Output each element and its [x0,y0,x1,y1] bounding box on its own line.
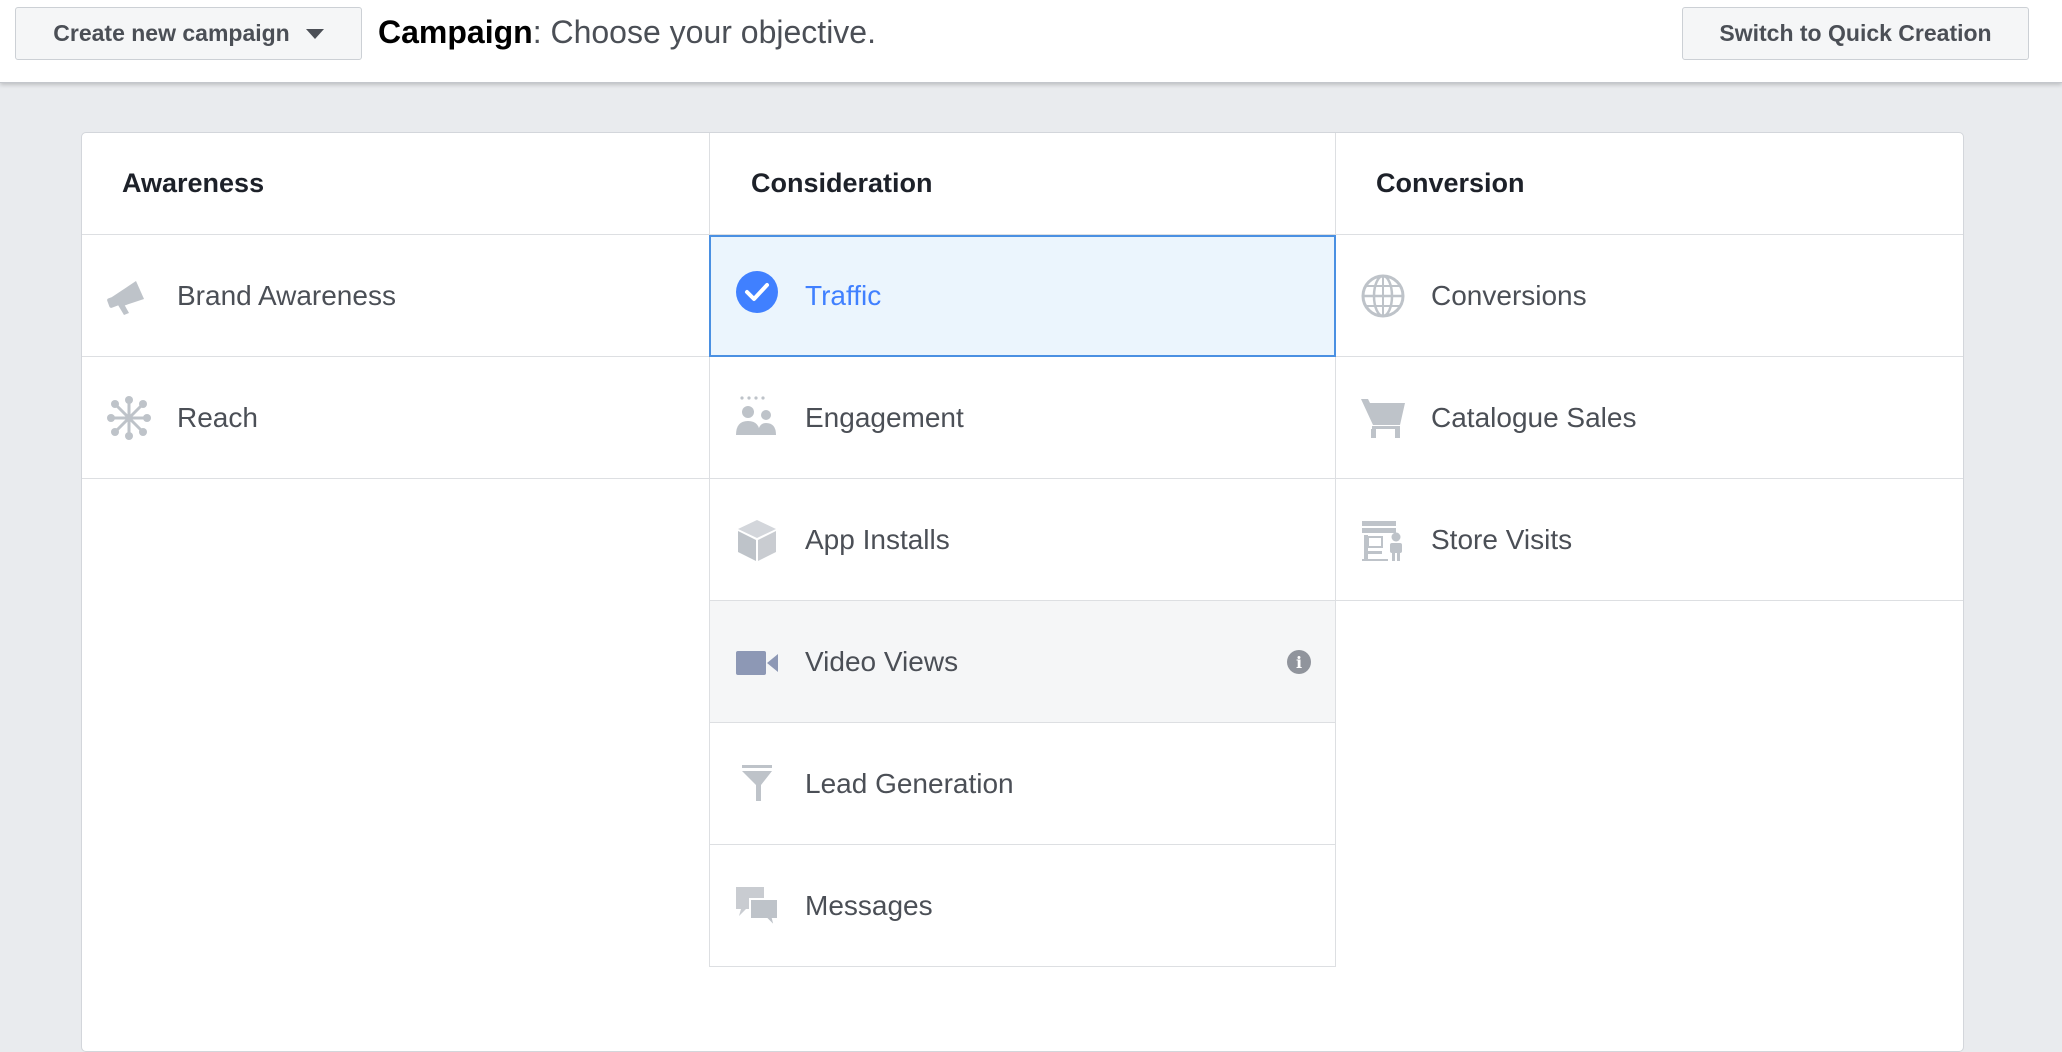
objective-label: Conversions [1431,279,1587,311]
globe-icon [1360,273,1406,319]
funnel-icon [734,761,780,807]
column-heading: Conversion [1336,133,1963,235]
objective-catalogue-sales[interactable]: Catalogue Sales [1336,357,1963,479]
page-title-rest: : Choose your objective. [532,14,876,50]
objective-panel: Awareness Brand Awareness Reach Consider… [81,132,1964,1052]
objective-label: Reach [177,401,258,433]
objective-engagement[interactable]: Engagement [709,357,1336,479]
people-icon [734,395,780,441]
store-icon [1360,517,1406,563]
objective-label: Engagement [805,401,964,433]
check-circle-icon [734,269,780,315]
box-icon [734,517,780,563]
switch-to-quick-creation-button[interactable]: Switch to Quick Creation [1682,7,2029,60]
objective-brand-awareness[interactable]: Brand Awareness [82,235,709,357]
objective-label: Brand Awareness [177,279,396,311]
shopping-cart-icon [1360,395,1406,441]
objective-label: Catalogue Sales [1431,401,1637,433]
column-consideration: Consideration Traffic Engagement App Ins… [709,133,1336,1051]
objective-traffic[interactable]: Traffic [709,235,1336,357]
objective-messages[interactable]: Messages [709,845,1336,967]
video-camera-icon [734,639,780,685]
page-title: Campaign: Choose your objective. [378,14,876,51]
objective-lead-generation[interactable]: Lead Generation [709,723,1336,845]
objective-conversions[interactable]: Conversions [1336,235,1963,357]
switch-button-label: Switch to Quick Creation [1719,20,1992,46]
objective-label: App Installs [805,523,950,555]
info-icon[interactable]: i [1287,650,1311,674]
page-title-bold: Campaign [378,14,533,50]
column-heading: Consideration [709,133,1336,235]
objective-reach[interactable]: Reach [82,357,709,479]
column-conversion: Conversion Conversions Catalogue Sales S… [1336,133,1963,1051]
objective-video-views[interactable]: Video Views i [709,601,1336,723]
create-button-label: Create new campaign [53,20,290,46]
reach-icon [106,395,152,441]
top-bar: Create new campaign Campaign: Choose you… [0,0,2062,83]
objective-label: Traffic [805,279,882,311]
chat-bubbles-icon [734,883,780,929]
objective-store-visits[interactable]: Store Visits [1336,479,1963,601]
column-heading: Awareness [82,133,709,235]
megaphone-icon [106,273,152,319]
objective-label: Video Views [805,645,959,677]
column-awareness: Awareness Brand Awareness Reach [82,133,709,1051]
objective-label: Messages [805,889,933,921]
create-new-campaign-button[interactable]: Create new campaign [15,7,362,60]
objective-label: Store Visits [1431,523,1573,555]
caret-down-icon [305,28,324,39]
objective-app-installs[interactable]: App Installs [709,479,1336,601]
objective-label: Lead Generation [805,767,1014,799]
